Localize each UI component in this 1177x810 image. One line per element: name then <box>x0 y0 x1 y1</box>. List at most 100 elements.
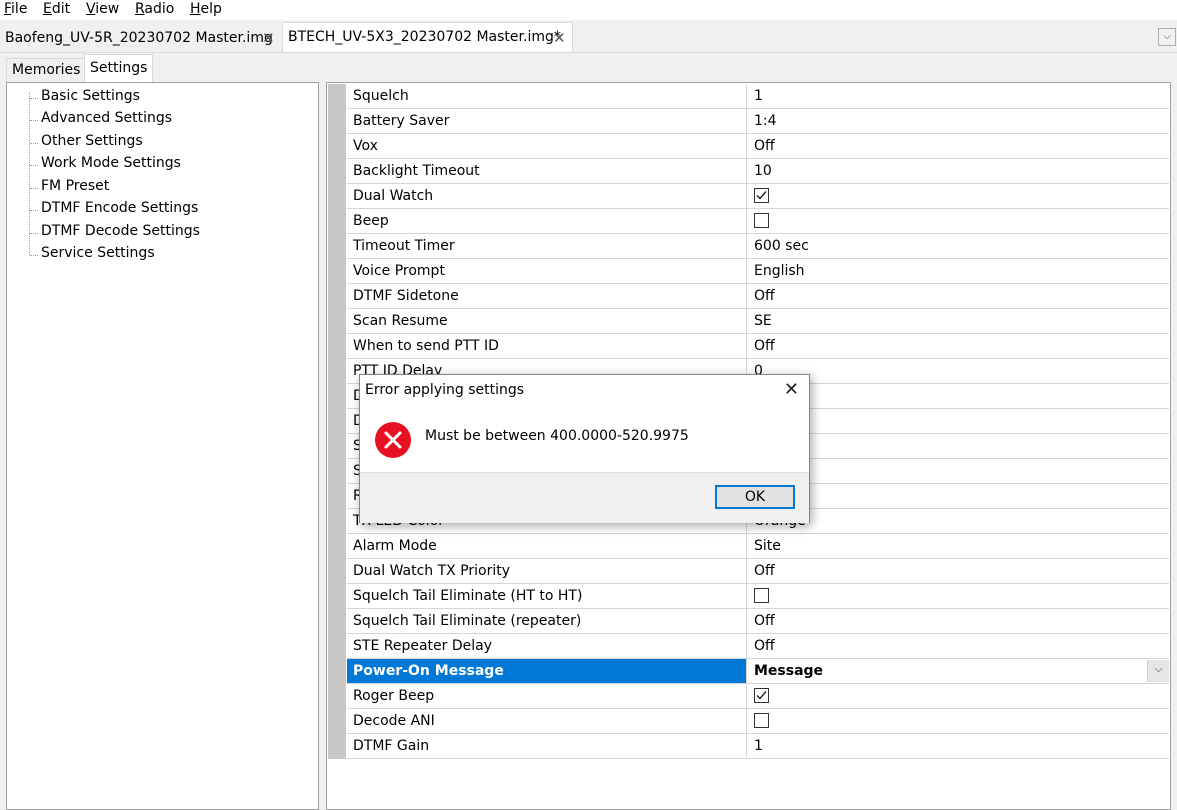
setting-name: Squelch Tail Eliminate (HT to HT) <box>347 584 747 608</box>
close-icon[interactable]: ✕ <box>553 24 566 52</box>
doc-tab-baofeng[interactable]: Baofeng_UV-5R_20230702 Master.img ✕ <box>0 24 281 52</box>
setting-value-text: Off <box>754 288 775 304</box>
setting-value-text: 1 <box>754 88 763 104</box>
checkbox-unchecked[interactable] <box>754 212 769 228</box>
value-dropdown-button[interactable]: ⌵ <box>1147 660 1169 682</box>
ok-button[interactable]: OK <box>715 485 795 509</box>
menu-bar: File Edit View Radio Help <box>0 0 1177 20</box>
setting-value[interactable] <box>747 384 1169 408</box>
tree-item-service-settings[interactable]: Service Settings <box>39 245 157 261</box>
setting-row[interactable]: Battery Saver 1:4 <box>347 109 1169 134</box>
setting-row[interactable]: STE Repeater Delay Off <box>347 634 1169 659</box>
setting-name: Backlight Timeout <box>347 159 747 183</box>
setting-value[interactable]: SE <box>747 309 1169 333</box>
setting-row[interactable]: Decode ANI <box>347 709 1169 734</box>
setting-value[interactable]: Off <box>747 634 1169 658</box>
checkbox-checked[interactable] <box>754 687 769 703</box>
setting-value[interactable] <box>747 459 1169 483</box>
setting-value[interactable] <box>747 584 1169 608</box>
setting-value[interactable]: Message ⌵ <box>747 659 1169 683</box>
tab-settings[interactable]: Settings <box>84 54 154 82</box>
tree-connector <box>29 92 30 255</box>
setting-row[interactable]: Backlight Timeout 10 <box>347 159 1169 184</box>
setting-value[interactable]: Off <box>747 134 1169 158</box>
setting-value[interactable] <box>747 209 1169 233</box>
tree-item-advanced-settings[interactable]: Advanced Settings <box>39 110 174 126</box>
setting-value[interactable]: 10 <box>747 159 1169 183</box>
setting-row[interactable]: Roger Beep <box>347 684 1169 709</box>
sub-tabs: Memories Settings <box>0 54 1177 82</box>
setting-row[interactable]: Squelch Tail Eliminate (HT to HT) <box>347 584 1169 609</box>
dialog-message: Must be between 400.0000-520.9975 <box>425 428 689 444</box>
setting-value[interactable]: Orange <box>747 509 1169 533</box>
close-icon[interactable]: ✕ <box>262 24 275 52</box>
tabs-dropdown-button[interactable]: ⌵ <box>1158 28 1176 46</box>
setting-row[interactable]: Beep <box>347 209 1169 234</box>
settings-tree: Basic Settings Advanced Settings Other S… <box>6 82 319 810</box>
setting-value[interactable] <box>747 484 1169 508</box>
tree-connector <box>30 233 38 234</box>
setting-value[interactable] <box>747 184 1169 208</box>
setting-row[interactable]: Voice Prompt English <box>347 259 1169 284</box>
setting-value-text: SE <box>754 313 772 329</box>
tree-connector <box>30 165 38 166</box>
tree-item-other-settings[interactable]: Other Settings <box>39 133 145 149</box>
setting-row[interactable]: Dual Watch <box>347 184 1169 209</box>
setting-row[interactable]: DTMF Gain 1 <box>347 734 1169 759</box>
setting-value[interactable]: Off <box>747 559 1169 583</box>
checkbox-unchecked[interactable] <box>754 587 769 603</box>
setting-value[interactable]: 600 sec <box>747 234 1169 258</box>
setting-value[interactable]: Off <box>747 334 1169 358</box>
menu-edit[interactable]: Edit <box>43 1 70 17</box>
checkbox-checked[interactable] <box>754 187 769 203</box>
setting-value[interactable]: 1:4 <box>747 109 1169 133</box>
setting-row[interactable]: Timeout Timer 600 sec <box>347 234 1169 259</box>
tree-connector <box>30 120 38 121</box>
setting-value[interactable]: Site <box>747 534 1169 558</box>
grid-gutter <box>328 84 346 759</box>
tab-memories[interactable]: Memories <box>6 58 87 82</box>
setting-value[interactable]: Off <box>747 284 1169 308</box>
setting-row[interactable]: Power-On Message Message ⌵ <box>347 659 1169 684</box>
close-icon[interactable]: ✕ <box>784 379 799 400</box>
setting-name: Power-On Message <box>347 659 747 683</box>
tree-item-fm-preset[interactable]: FM Preset <box>39 178 111 194</box>
menu-radio[interactable]: Radio <box>135 1 174 17</box>
setting-row[interactable]: DTMF Sidetone Off <box>347 284 1169 309</box>
setting-name: Battery Saver <box>347 109 747 133</box>
tree-item-basic-settings[interactable]: Basic Settings <box>39 88 142 104</box>
setting-value[interactable]: 1 <box>747 734 1169 758</box>
setting-row[interactable]: Alarm Mode Site <box>347 534 1169 559</box>
menu-help[interactable]: Help <box>190 1 222 17</box>
doc-tab-btech[interactable]: BTECH_UV-5X3_20230702 Master.img* ✕ <box>282 22 573 52</box>
setting-row[interactable]: Squelch Tail Eliminate (repeater) Off <box>347 609 1169 634</box>
setting-value[interactable]: 0 <box>747 359 1169 383</box>
setting-name: Dual Watch TX Priority <box>347 559 747 583</box>
setting-name: DTMF Gain <box>347 734 747 758</box>
menu-file[interactable]: File <box>4 1 27 17</box>
setting-name: Alarm Mode <box>347 534 747 558</box>
setting-row[interactable]: Squelch 1 <box>347 84 1169 109</box>
setting-value[interactable]: cy <box>747 409 1169 433</box>
setting-name: Timeout Timer <box>347 234 747 258</box>
setting-name: Roger Beep <box>347 684 747 708</box>
setting-name: When to send PTT ID <box>347 334 747 358</box>
tree-connector <box>30 98 38 99</box>
setting-name: Decode ANI <box>347 709 747 733</box>
setting-value[interactable]: Off <box>747 609 1169 633</box>
setting-value[interactable] <box>747 709 1169 733</box>
tree-connector <box>30 210 38 211</box>
setting-row[interactable]: Scan Resume SE <box>347 309 1169 334</box>
setting-row[interactable]: Dual Watch TX Priority Off <box>347 559 1169 584</box>
setting-value[interactable]: 1 <box>747 84 1169 108</box>
tree-item-work-mode-settings[interactable]: Work Mode Settings <box>39 155 183 171</box>
checkbox-unchecked[interactable] <box>754 712 769 728</box>
menu-view[interactable]: View <box>86 1 119 17</box>
tree-item-dtmf-encode-settings[interactable]: DTMF Encode Settings <box>39 200 200 216</box>
setting-value[interactable]: English <box>747 259 1169 283</box>
setting-value[interactable] <box>747 684 1169 708</box>
setting-value[interactable] <box>747 434 1169 458</box>
setting-row[interactable]: When to send PTT ID Off <box>347 334 1169 359</box>
setting-row[interactable]: Vox Off <box>347 134 1169 159</box>
tree-item-dtmf-decode-settings[interactable]: DTMF Decode Settings <box>39 223 202 239</box>
